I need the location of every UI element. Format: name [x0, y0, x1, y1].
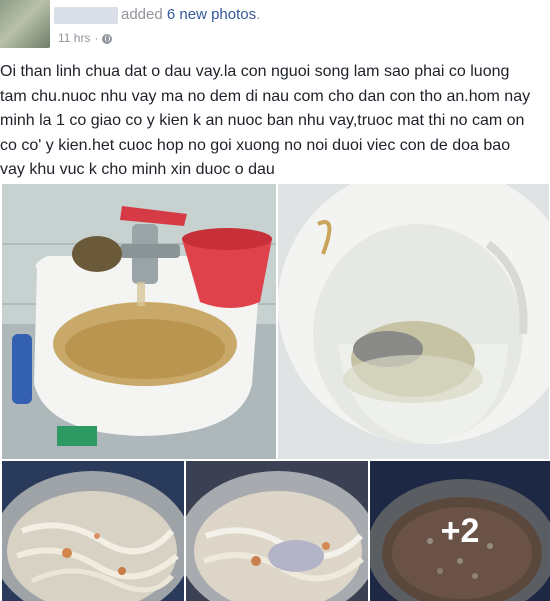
meta-separator: ·: [94, 31, 99, 45]
photo-pot-noodles-1[interactable]: [2, 461, 184, 601]
photo-toilet[interactable]: [278, 184, 549, 459]
post-text-line: minh la 1 co giao co y kien k an nuoc ba…: [0, 112, 525, 129]
post-body-text: Oi than linh chua dat o dau vay.la con n…: [0, 60, 548, 183]
post-text-line: tam chu.nuoc nhu vay ma no dem di nau co…: [0, 87, 531, 105]
post-text-line: co co' y kien.het cuoc hop no goi xuong …: [0, 136, 511, 154]
timestamp-link[interactable]: 11 hrs: [58, 31, 90, 45]
post-meta: 11 hrs ·: [58, 31, 113, 45]
action-prefix: added: [121, 6, 167, 23]
more-photos-overlay[interactable]: +2: [370, 461, 550, 601]
globe-icon[interactable]: [102, 34, 113, 44]
facebook-post: added 6 new photos. 11 hrs · Oi than lin…: [0, 0, 550, 601]
action-suffix: .: [256, 6, 261, 23]
photo-pot-noodles-2[interactable]: [186, 461, 368, 601]
post-action-text: added 6 new photos.: [121, 6, 260, 23]
new-photos-link[interactable]: 6 new photos: [167, 6, 256, 23]
post-text-line: Oi than linh chua dat o dau vay.la con n…: [0, 63, 510, 80]
photo-pot-rice-more[interactable]: +2: [370, 461, 550, 601]
redacted-author-name[interactable]: [54, 7, 118, 24]
post-text-line: vay khu vuc k cho minh xin duoc o dau: [0, 161, 275, 178]
profile-avatar[interactable]: [0, 0, 50, 48]
photo-sink[interactable]: [2, 184, 276, 459]
